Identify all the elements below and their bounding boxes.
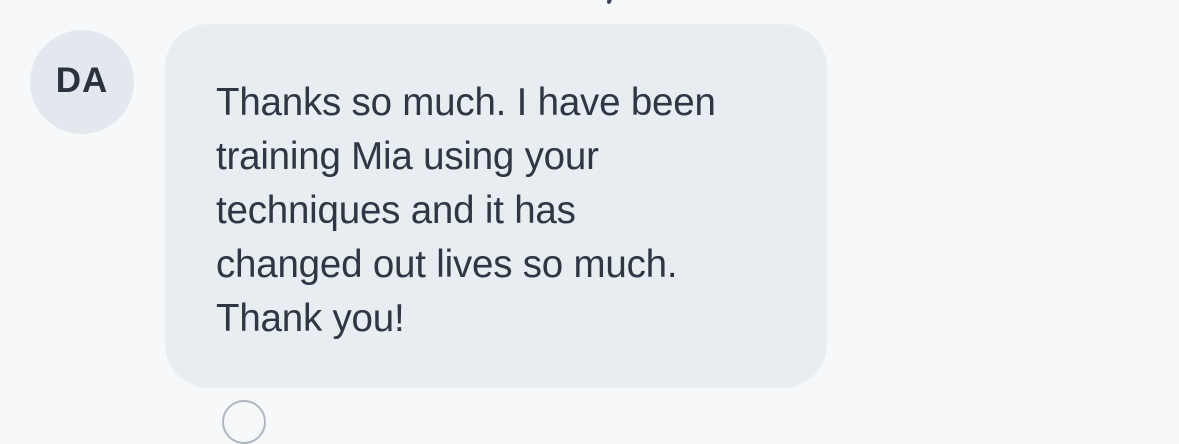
message-text: Thanks so much. I have been training Mia… — [216, 81, 716, 340]
previous-message-edge — [605, 0, 615, 6]
avatar[interactable]: DA — [30, 30, 134, 134]
avatar-initials: DA — [55, 61, 109, 100]
message-bubble[interactable]: Thanks so much. I have been training Mia… — [165, 24, 827, 388]
